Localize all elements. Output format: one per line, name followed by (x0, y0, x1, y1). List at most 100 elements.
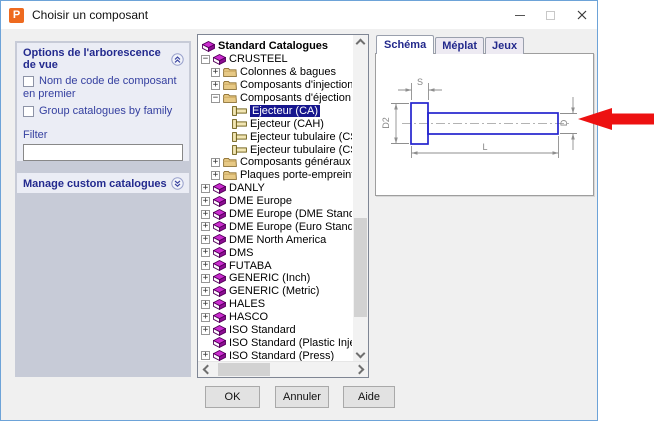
tree-item-label[interactable]: Ejecteur tubulaire (CSH) (250, 144, 352, 156)
tree-item[interactable]: Ejecteur tubulaire (CS) (199, 130, 352, 143)
red-arrow-shape (578, 108, 654, 130)
tree-item-label[interactable]: Composants d'éjection (240, 92, 351, 104)
tree-item-label[interactable]: DME Europe (Euro Standard) (229, 221, 352, 233)
tree-item-label[interactable]: Ejecteur (CAH) (250, 118, 324, 130)
expand-plus-icon[interactable]: + (201, 209, 210, 219)
minimize-button[interactable] (504, 1, 535, 29)
tree-item-label[interactable]: HALES (229, 298, 265, 310)
expand-plus-icon[interactable]: + (211, 80, 220, 90)
expand-plus-icon[interactable]: + (201, 261, 210, 271)
tab-jeux[interactable]: Jeux (485, 37, 525, 54)
cancel-button[interactable]: Annuler (275, 386, 329, 408)
tree-item-label[interactable]: Composants généraux (240, 156, 351, 168)
help-button[interactable]: Aide (343, 386, 395, 408)
preview-tabs: Schéma Méplat Jeux (376, 34, 525, 54)
tree-item-label[interactable]: ISO Standard (Plastic Injection (229, 337, 352, 349)
tree-item-label[interactable]: FUTABA (229, 260, 272, 272)
tree-item[interactable]: + GENERIC (Inch) (199, 272, 352, 285)
tree-item[interactable]: + GENERIC (Metric) (199, 285, 352, 298)
expand-plus-icon[interactable]: + (201, 248, 210, 258)
tab-meplat[interactable]: Méplat (435, 37, 485, 54)
tree-item-label[interactable]: Ejecteur (CA) (250, 104, 321, 117)
manage-group-header[interactable]: Manage custom catalogues (17, 173, 189, 193)
tree-item[interactable]: Ejecteur (CA) (199, 104, 352, 117)
scroll-left-arrow[interactable] (198, 362, 213, 376)
tree-item-label[interactable]: DME Europe (DME Standard) (229, 208, 352, 220)
tree-item-label[interactable]: Composants d'injection (240, 79, 352, 91)
tree-item[interactable]: + DMS (199, 246, 352, 259)
tree-item-label[interactable]: DANLY (229, 182, 265, 194)
collapse-minus-icon[interactable]: − (201, 54, 210, 64)
expand-plus-icon[interactable]: + (201, 222, 210, 232)
expand-plus-icon[interactable]: + (201, 351, 210, 361)
scroll-up-arrow[interactable] (353, 35, 368, 49)
tree-item-label[interactable]: CRUSTEEL (229, 53, 288, 65)
scroll-down-arrow[interactable] (353, 348, 368, 362)
tree-vertical-scrollbar[interactable] (353, 35, 368, 362)
tree-item-label[interactable]: DMS (229, 247, 253, 259)
expand-plus-icon[interactable]: + (201, 312, 210, 322)
tree-item-label[interactable]: HASCO (229, 311, 268, 323)
tree-item[interactable]: − CRUSTEEL (199, 53, 352, 66)
tree-item-label[interactable]: DME North America (229, 234, 326, 246)
tree-item[interactable]: Ejecteur tubulaire (CSH) (199, 143, 352, 156)
tree-item[interactable]: Ejecteur (CAH) (199, 117, 352, 130)
tree-item[interactable]: + Composants d'injection (199, 79, 352, 92)
expand-plus-icon[interactable]: + (201, 196, 210, 206)
expand-plus-icon[interactable]: + (201, 325, 210, 335)
expand-plus-icon[interactable]: + (211, 170, 220, 180)
tree-item[interactable]: + HALES (199, 298, 352, 311)
vertical-scrollbar-thumb[interactable] (354, 218, 367, 317)
scroll-right-arrow[interactable] (353, 362, 368, 376)
tree-item-label[interactable]: GENERIC (Metric) (229, 285, 319, 297)
horizontal-scrollbar-thumb[interactable] (218, 363, 270, 376)
tree-item[interactable]: + DME Europe (DME Standard) (199, 208, 352, 221)
tree-item[interactable]: − Composants d'éjection (199, 92, 352, 105)
tree-item[interactable]: + Plaques porte-empreinte ple (199, 169, 352, 182)
tree-item-label[interactable]: ISO Standard (229, 324, 296, 336)
tree-item[interactable]: + FUTABA (199, 259, 352, 272)
book-icon (202, 40, 215, 52)
tree-item-label[interactable]: Standard Catalogues (218, 40, 328, 52)
tree-item[interactable]: + ISO Standard (Press) (199, 349, 352, 361)
expand-plus-icon[interactable]: + (201, 299, 210, 309)
tree-item[interactable]: + Composants généraux (199, 156, 352, 169)
tree-horizontal-scrollbar[interactable] (198, 361, 368, 377)
tree-item-label[interactable]: Plaques porte-empreinte ple (240, 169, 352, 181)
checkbox[interactable] (23, 106, 34, 117)
expand-chevron-icon[interactable] (171, 177, 184, 190)
tree-item-label[interactable]: DME Europe (229, 195, 292, 207)
collapse-minus-icon[interactable]: − (211, 93, 220, 103)
tree-item[interactable]: + DANLY (199, 182, 352, 195)
expand-plus-icon[interactable]: + (201, 273, 210, 283)
expand-plus-icon[interactable]: + (201, 183, 210, 193)
book-icon (213, 324, 226, 336)
tree-item-label[interactable]: Ejecteur tubulaire (CS) (250, 131, 352, 143)
tree-item-label[interactable]: GENERIC (Inch) (229, 272, 310, 284)
ok-button[interactable]: OK (205, 386, 260, 408)
tree-item[interactable]: + DME Europe (199, 195, 352, 208)
checkbox-row-code-first[interactable]: Nom de code de composant en premier (17, 74, 189, 102)
title-bar[interactable]: P Choisir un composant (1, 1, 597, 29)
tree-item[interactable]: + ISO Standard (199, 324, 352, 337)
expand-plus-icon[interactable]: + (201, 235, 210, 245)
close-button[interactable] (566, 1, 597, 29)
filter-input[interactable] (23, 144, 183, 161)
tree-item-label[interactable]: ISO Standard (Press) (229, 350, 334, 361)
tree-item[interactable]: + HASCO (199, 311, 352, 324)
tree-item[interactable]: + DME North America (199, 233, 352, 246)
window-title: Choisir un composant (32, 8, 149, 22)
tree-item[interactable]: + DME Europe (Euro Standard) (199, 220, 352, 233)
tree-item[interactable]: ISO Standard (Plastic Injection (199, 336, 352, 349)
tree-item[interactable]: Standard Catalogues (199, 40, 352, 53)
expand-plus-icon[interactable]: + (211, 157, 220, 167)
options-group-header[interactable]: Options de l'arborescence de vue (17, 43, 189, 74)
tree-item[interactable]: + Colonnes & bagues (199, 66, 352, 79)
collapse-chevron-icon[interactable] (171, 52, 184, 66)
tab-schema[interactable]: Schéma (376, 35, 435, 54)
expand-plus-icon[interactable]: + (201, 286, 210, 296)
tree-item-label[interactable]: Colonnes & bagues (240, 66, 336, 78)
expand-plus-icon[interactable]: + (211, 67, 220, 77)
checkbox-row-group-by-family[interactable]: Group catalogues by family (17, 104, 189, 119)
checkbox[interactable] (23, 76, 34, 87)
